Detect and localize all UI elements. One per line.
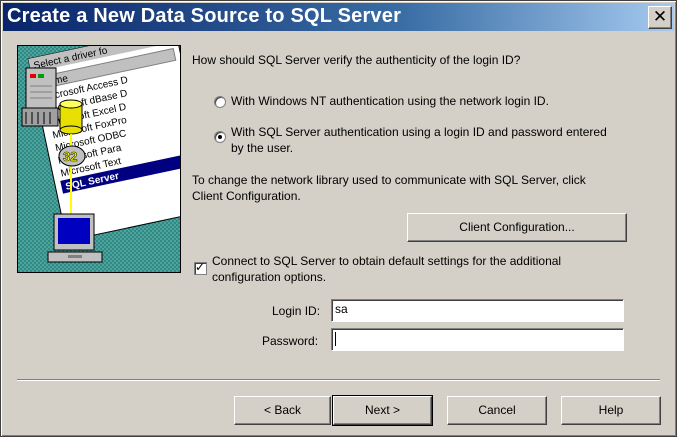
- footer-separator: [17, 379, 660, 381]
- sql-auth-label[interactable]: With SQL Server authentication using a l…: [231, 125, 607, 139]
- next-button[interactable]: Next >: [332, 395, 433, 426]
- network-info-line2: Client Configuration.: [192, 189, 301, 203]
- help-button[interactable]: Help: [561, 396, 661, 425]
- close-icon: ✕: [652, 7, 668, 27]
- title-bar: Create a New Data Source to SQL Server ✕: [3, 3, 674, 31]
- text-cursor: [335, 331, 336, 346]
- sql-auth-radio[interactable]: [214, 131, 226, 143]
- nt-auth-label[interactable]: With Windows NT authentication using the…: [231, 94, 549, 108]
- client-configuration-label: Client Configuration...: [459, 220, 575, 234]
- password-input[interactable]: [331, 328, 624, 351]
- connect-checkbox[interactable]: [194, 260, 207, 275]
- driver-list-illustration: Select a driver fo Name Microsoft Access…: [18, 46, 180, 272]
- password-label: Password:: [262, 334, 319, 348]
- sql-auth-label-line2: by the user.: [231, 141, 294, 155]
- login-id-input[interactable]: sa: [331, 299, 624, 322]
- connect-label-line2: configuration options.: [212, 270, 327, 284]
- wizard-illustration: Select a driver fo Name Microsoft Access…: [17, 45, 181, 273]
- network-info-line1: To change the network library used to co…: [192, 173, 586, 187]
- computer-icon: [47, 213, 103, 263]
- badge-text: 32: [63, 149, 77, 164]
- cancel-label: Cancel: [478, 403, 516, 417]
- auth-question: How should SQL Server verify the authent…: [192, 53, 521, 67]
- nt-auth-radio[interactable]: [214, 96, 226, 108]
- nt-auth-label-text: With Windows NT authentication using the…: [231, 94, 549, 108]
- login-id-value: sa: [335, 302, 348, 316]
- connect-label-line1[interactable]: Connect to SQL Server to obtain default …: [212, 254, 561, 268]
- client-configuration-button[interactable]: Client Configuration...: [407, 213, 627, 242]
- next-label: Next >: [364, 403, 400, 417]
- close-button[interactable]: ✕: [648, 6, 672, 29]
- dialog-window: Create a New Data Source to SQL Server ✕…: [0, 0, 677, 437]
- back-label: < Back: [263, 403, 302, 417]
- sql-auth-label-line1: With SQL Server authentication using a l…: [231, 125, 607, 139]
- cancel-button[interactable]: Cancel: [447, 396, 547, 425]
- database-icon: [59, 99, 83, 135]
- help-label: Help: [598, 403, 624, 417]
- window-title: Create a New Data Source to SQL Server: [7, 5, 402, 27]
- odbc-32-icon: 32: [58, 145, 86, 167]
- back-button[interactable]: < Back: [234, 396, 331, 425]
- server-icon: [21, 67, 59, 127]
- login-id-label: Login ID:: [272, 304, 321, 318]
